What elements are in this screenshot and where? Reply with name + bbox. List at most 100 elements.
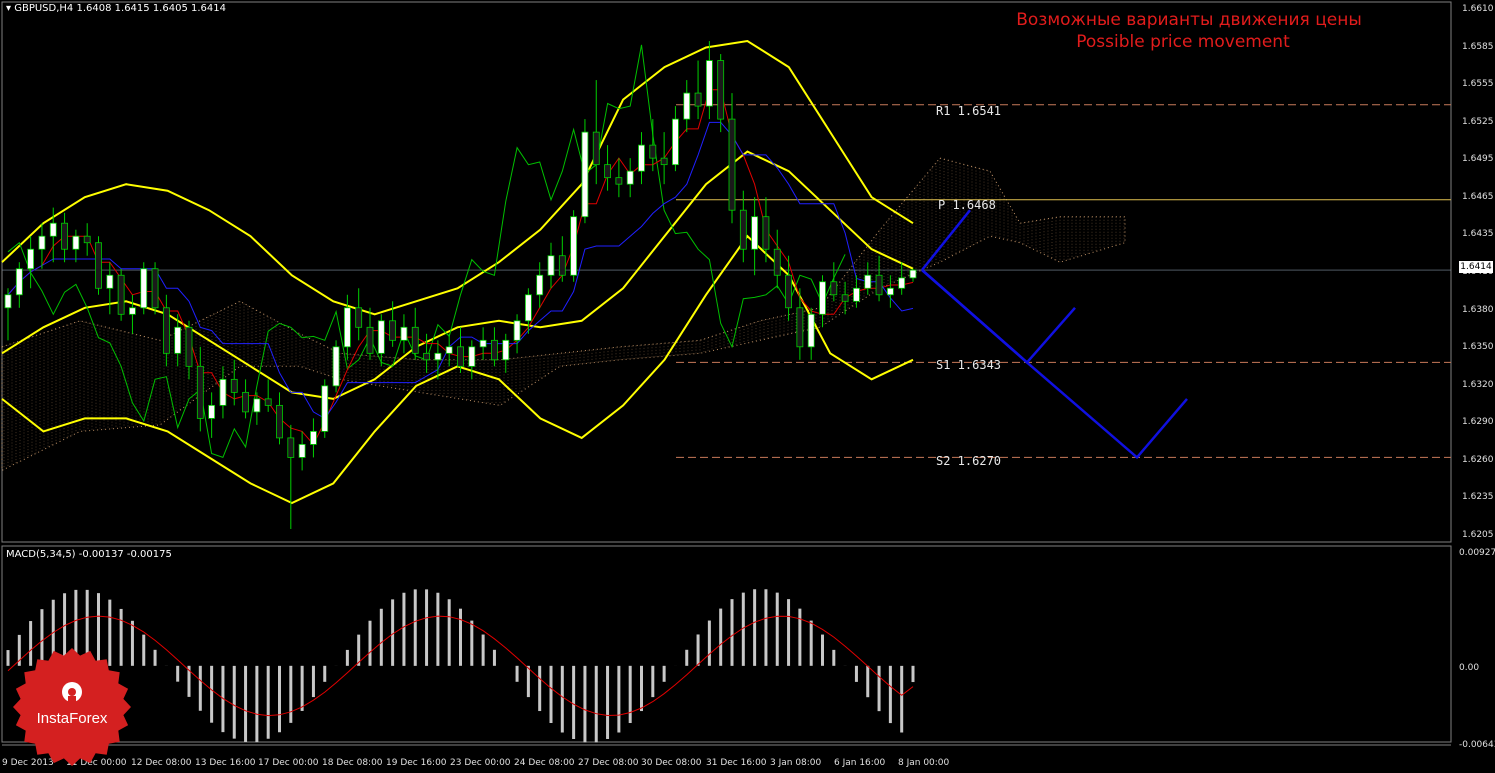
candle-body [479, 339, 487, 348]
candle-body [853, 287, 860, 302]
candle-body [547, 255, 555, 276]
candle-body [162, 307, 170, 354]
macd-axis-label: 0.00 [1459, 663, 1480, 673]
candle-body [377, 320, 385, 354]
candle-body [864, 274, 872, 289]
candle-body [196, 365, 204, 419]
candle-body [27, 248, 35, 270]
time-axis-label: 18 Dec 08:00 [322, 758, 383, 768]
candle-body [287, 437, 295, 458]
candle-body [434, 352, 442, 361]
candle-body [174, 326, 182, 354]
level-r1-label: R1 1.6541 [936, 104, 1002, 118]
candle-body [423, 352, 430, 361]
candle-body [219, 378, 227, 406]
candle-body [253, 398, 261, 413]
time-axis-label: 3 Jan 08:00 [770, 758, 822, 768]
main-panel-border [1, 1, 1452, 543]
time-axis-label: 19 Dec 16:00 [386, 758, 447, 768]
candle-body [468, 346, 476, 367]
chart-title-en: Possible price movement [1076, 32, 1290, 52]
candle-body [343, 307, 351, 348]
candle-body [841, 294, 849, 302]
candle-body [491, 339, 498, 361]
price-axis-label: 1.6465 [1462, 191, 1494, 202]
chart-title-ru: Возможные варианты движения цены [1016, 10, 1362, 30]
candle-body [411, 326, 419, 354]
candle-body [513, 320, 521, 341]
candle-body [242, 391, 249, 413]
candle-body [4, 294, 12, 309]
candle-body [796, 307, 804, 348]
macd-axis-label: -0.00643 [1459, 740, 1495, 750]
forecast-lines [921, 209, 1188, 460]
candle-body [117, 274, 125, 315]
candle-body [332, 346, 340, 387]
price-axis-label: 1.6495 [1462, 154, 1494, 165]
price-axis-label: 1.6585 [1462, 41, 1494, 52]
candle-body [151, 268, 159, 309]
logo-badge-icon [13, 648, 131, 766]
price-axis-label: 1.6260 [1462, 454, 1494, 465]
symbol-header: ▾ GBPUSD,H4 1.6408 1.6415 1.6405 1.6414 [6, 3, 226, 14]
candle-body [909, 269, 917, 279]
level-s1-label: S1 1.6343 [936, 358, 1002, 372]
time-axis-label: 17 Dec 00:00 [258, 758, 319, 768]
candle-body [355, 307, 363, 328]
price-axis-label: 1.6235 [1462, 492, 1494, 503]
bollinger-lower-line [1, 234, 914, 505]
candle-body [898, 277, 906, 289]
macd-panel [6, 589, 915, 743]
price-axis-label: 1.6435 [1462, 229, 1494, 240]
price-axis-label: 1.6555 [1462, 79, 1494, 90]
candle-body [49, 222, 57, 237]
candle-body [649, 144, 657, 159]
candle-body [819, 281, 826, 315]
pivot-levels [2, 104, 1451, 458]
candle-body [536, 274, 544, 296]
candle-body [129, 307, 136, 315]
time-axis-label: 8 Jan 00:00 [898, 758, 950, 768]
candle-body [875, 274, 883, 296]
time-axis-label: 27 Dec 08:00 [578, 758, 639, 768]
candle-body [83, 235, 91, 244]
candle-body [705, 60, 713, 107]
candle-body [638, 144, 645, 172]
candle-body [15, 268, 23, 296]
candle-body [276, 404, 283, 439]
candle-body [208, 404, 216, 419]
logo-text: InstaForex [36, 710, 108, 727]
candle-body [672, 118, 679, 166]
time-axis-label: 30 Dec 08:00 [641, 758, 702, 768]
level-p-label: P 1.6468 [938, 198, 996, 212]
time-axis-label: 23 Dec 00:00 [450, 758, 511, 768]
candle-body [886, 287, 894, 296]
instaforex-logo: InstaForex [13, 648, 131, 766]
time-axis-label: 12 Dec 08:00 [131, 758, 192, 768]
candle-body [502, 339, 510, 361]
candle-body [72, 235, 80, 250]
time-axis-label: 13 Dec 16:00 [195, 758, 256, 768]
candle-body [762, 216, 770, 250]
candle-body [604, 164, 611, 179]
candle-body [739, 209, 747, 250]
candle-body [389, 320, 397, 341]
candle-body [140, 268, 148, 309]
dropdown-triangle-icon[interactable]: ▾ [6, 3, 11, 14]
candle-body [773, 248, 781, 276]
candle-body [830, 281, 838, 296]
forecast-path [921, 209, 971, 271]
candles [4, 41, 917, 529]
time-axis-label: 24 Dec 08:00 [514, 758, 575, 768]
candle-body [751, 216, 759, 250]
candle-body [264, 398, 272, 406]
candle-body [683, 92, 691, 120]
price-axis-label: 1.6290 [1462, 417, 1494, 428]
macd-panel-border [1, 545, 1452, 743]
symbol-label: GBPUSD,H4 [14, 3, 74, 14]
price-axis-label: 1.6525 [1462, 116, 1494, 127]
candle-body [321, 385, 329, 432]
candle-body [660, 157, 668, 166]
price-axis-label: 1.6205 [1462, 530, 1494, 540]
price-axis-label: 1.6610 [1462, 4, 1494, 14]
